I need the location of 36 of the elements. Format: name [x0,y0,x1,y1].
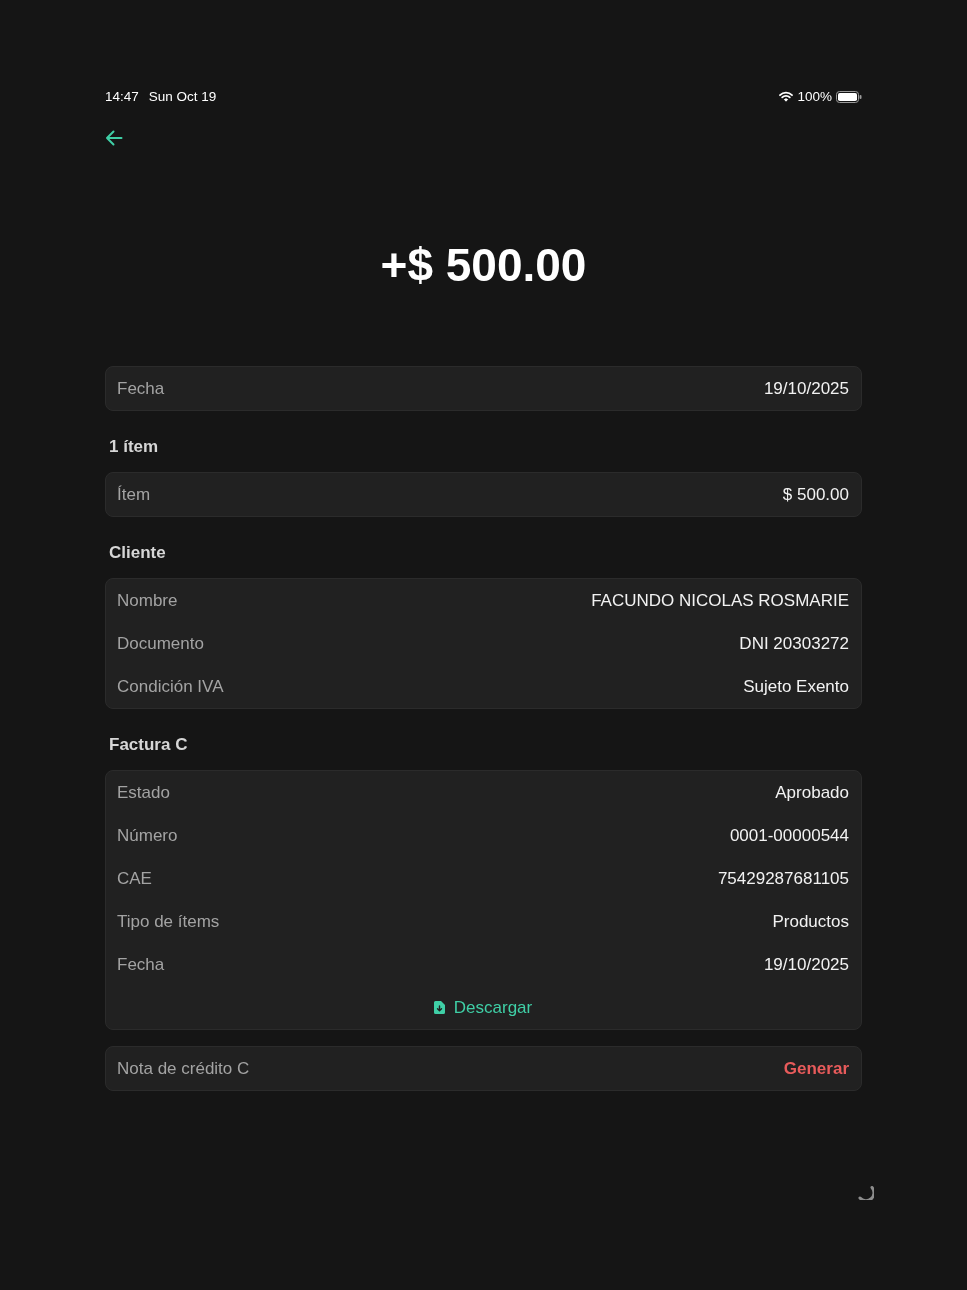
back-button[interactable] [105,130,125,146]
field-label: Nombre [117,590,178,611]
status-date: Sun Oct 19 [148,89,217,104]
field-label: Condición IVA [117,676,224,697]
field-value: $ 500.00 [782,484,849,505]
field-value: Sujeto Exento [743,676,849,697]
wifi-icon [779,91,794,102]
battery-icon [836,90,862,103]
amount-text: +$ 500.00 [380,239,587,291]
field-label: Nota de crédito C [117,1058,250,1079]
section-heading: 1 ítem [108,437,159,457]
back-arrow-icon [105,130,123,146]
field-value: Aprobado [775,782,849,803]
field-label: Ítem [117,484,151,505]
field-label: Fecha [117,954,165,975]
spinner-icon [858,1186,874,1200]
field-value: 0001-00000544 [729,825,849,846]
field-label: Tipo de ítems [117,911,220,932]
field-value: 19/10/2025 [763,378,849,399]
status-time: 14:47 [105,89,139,104]
section-heading: Factura C [108,735,188,755]
field-value: 75429287681105 [717,868,849,889]
battery-percentage: 100% [797,89,832,104]
field-label: CAE [117,868,152,889]
field-label: Número [117,825,178,846]
document-icon [433,1001,445,1014]
field-value: 19/10/2025 [763,954,849,975]
field-value: FACUNDO NICOLAS ROSMARIE [591,590,849,611]
field-value: Productos [772,911,849,932]
field-label: Estado [117,782,170,803]
field-value: DNI 20303272 [739,633,849,654]
field-label: Documento [117,633,204,654]
generate-button[interactable]: Generar [783,1058,849,1079]
field-label: Fecha [117,378,165,399]
section-heading: Cliente [108,543,166,563]
download-link[interactable]: Descargar [433,997,533,1018]
